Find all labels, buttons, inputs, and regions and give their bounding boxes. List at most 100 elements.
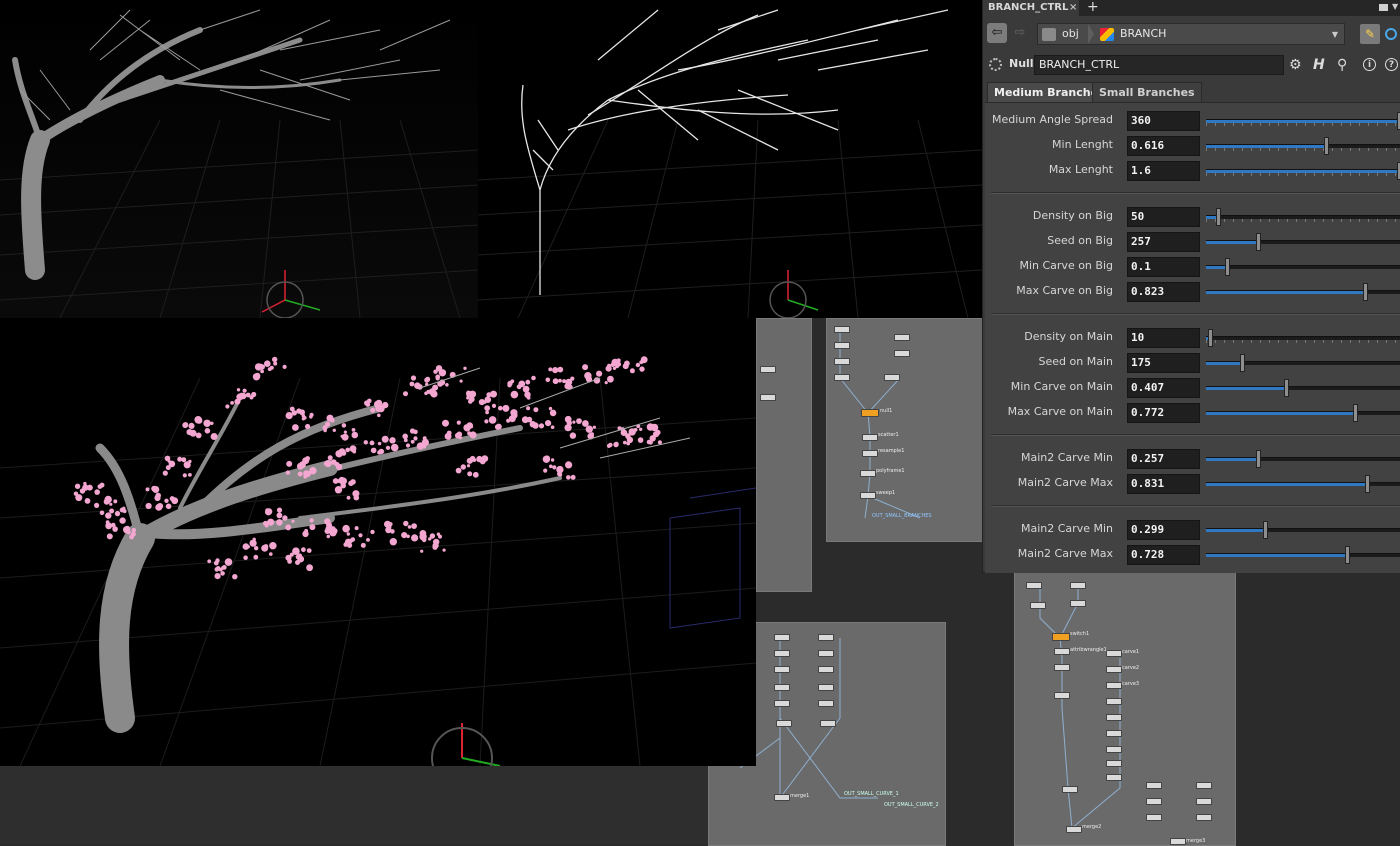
network-node[interactable]	[1196, 798, 1212, 805]
parameter-value-field[interactable]: 360	[1127, 111, 1200, 131]
slider-handle[interactable]	[1365, 475, 1370, 493]
network-node[interactable]	[1106, 760, 1122, 767]
network-node[interactable]	[774, 650, 790, 657]
parameter-value-field[interactable]: 1.6	[1127, 161, 1200, 181]
network-node[interactable]	[1062, 786, 1078, 793]
network-node[interactable]	[1106, 714, 1122, 721]
parameter-value-field[interactable]: 50	[1127, 207, 1200, 227]
network-node[interactable]	[1106, 746, 1122, 753]
parameter-slider[interactable]	[1206, 233, 1400, 251]
network-node[interactable]	[1106, 698, 1122, 705]
parameter-slider[interactable]	[1206, 475, 1400, 493]
parameter-slider[interactable]	[1206, 162, 1400, 180]
network-node[interactable]	[818, 650, 834, 657]
maximize-pane-icon[interactable]	[1379, 4, 1388, 11]
network-node[interactable]	[1196, 814, 1212, 821]
parameter-value-field[interactable]: 0.1	[1127, 257, 1200, 277]
tab-small-branches[interactable]: Small Branches	[1092, 82, 1202, 102]
network-node[interactable]	[818, 666, 834, 673]
network-node[interactable]	[776, 720, 792, 727]
network-node[interactable]	[1106, 730, 1122, 737]
viewport-main[interactable]	[0, 318, 756, 766]
node-name-field[interactable]: BRANCH_CTRL	[1034, 55, 1284, 75]
slider-handle[interactable]	[1256, 233, 1261, 251]
network-node[interactable]	[1146, 798, 1162, 805]
parameter-value-field[interactable]: 175	[1127, 353, 1200, 373]
gear-icon[interactable]: ⚙	[1289, 57, 1302, 73]
network-node[interactable]	[860, 492, 876, 499]
parameter-slider[interactable]	[1206, 283, 1400, 301]
parameter-slider[interactable]	[1206, 208, 1400, 226]
network-node[interactable]	[862, 450, 878, 457]
chevron-down-icon[interactable]: ▼	[1332, 30, 1338, 39]
parameter-slider[interactable]	[1206, 450, 1400, 468]
parameter-slider[interactable]	[1206, 258, 1400, 276]
network-node[interactable]	[774, 794, 790, 801]
network-node[interactable]	[818, 634, 834, 641]
parameter-value-field[interactable]: 0.616	[1127, 136, 1200, 156]
slider-handle[interactable]	[1284, 379, 1289, 397]
network-node[interactable]	[760, 366, 776, 373]
parameter-slider[interactable]	[1206, 521, 1400, 539]
parameter-value-field[interactable]: 0.257	[1127, 449, 1200, 469]
network-node[interactable]	[1106, 682, 1122, 689]
network-node[interactable]	[1070, 582, 1086, 589]
add-tab-button[interactable]: +	[1087, 0, 1099, 15]
parameter-slider[interactable]	[1206, 404, 1400, 422]
slider-handle[interactable]	[1256, 450, 1261, 468]
network-editor-background[interactable]	[0, 766, 708, 844]
slider-handle[interactable]	[1240, 354, 1245, 372]
parameter-value-field[interactable]: 0.728	[1127, 545, 1200, 565]
parameter-slider[interactable]	[1206, 137, 1400, 155]
network-node[interactable]	[774, 684, 790, 691]
network-node[interactable]	[1070, 600, 1086, 607]
slider-handle[interactable]	[1324, 137, 1329, 155]
network-node[interactable]	[1106, 650, 1122, 657]
link-icon[interactable]	[1385, 28, 1397, 40]
network-node[interactable]	[1066, 826, 1082, 833]
question-icon[interactable]: ?	[1385, 58, 1398, 71]
network-node[interactable]	[1146, 782, 1162, 789]
network-node-selected[interactable]	[861, 409, 879, 417]
network-node[interactable]	[894, 350, 910, 357]
network-node[interactable]	[1026, 582, 1042, 589]
parameter-value-field[interactable]: 0.831	[1127, 474, 1200, 494]
help-icon[interactable]: H	[1313, 57, 1325, 73]
network-node[interactable]	[834, 374, 850, 381]
forward-button[interactable]: ⇨	[1010, 23, 1030, 43]
slider-handle[interactable]	[1216, 208, 1221, 226]
breadcrumb-branch[interactable]: BRANCH	[1120, 24, 1166, 44]
network-node[interactable]	[884, 374, 900, 381]
breadcrumb-obj[interactable]: obj	[1062, 24, 1079, 44]
network-node[interactable]	[818, 684, 834, 691]
network-node[interactable]	[860, 470, 876, 477]
search-icon[interactable]: ⚲	[1337, 57, 1347, 73]
slider-handle[interactable]	[1353, 404, 1358, 422]
network-node[interactable]	[774, 666, 790, 673]
network-node[interactable]	[894, 334, 910, 341]
slider-handle[interactable]	[1208, 329, 1213, 347]
back-button[interactable]: ⇦	[987, 23, 1007, 43]
network-node[interactable]	[1106, 666, 1122, 673]
network-node[interactable]	[1054, 664, 1070, 671]
network-node[interactable]	[774, 634, 790, 641]
network-node[interactable]	[834, 358, 850, 365]
network-node[interactable]	[862, 434, 878, 441]
network-node-selected-2[interactable]	[1052, 633, 1070, 641]
pane-tab-branch-ctrl[interactable]: BRANCH_CTRL ×	[983, 0, 1079, 16]
parameter-value-field[interactable]: 0.823	[1127, 282, 1200, 302]
viewport-top-left[interactable]	[0, 0, 478, 318]
network-node[interactable]	[774, 700, 790, 707]
network-node[interactable]	[834, 342, 850, 349]
parameter-slider[interactable]	[1206, 546, 1400, 564]
network-node[interactable]	[1054, 648, 1070, 655]
slider-handle[interactable]	[1263, 521, 1268, 539]
info-icon[interactable]: i	[1363, 58, 1376, 71]
close-tab-icon[interactable]: ×	[1069, 0, 1077, 16]
parameter-slider[interactable]	[1206, 379, 1400, 397]
network-node[interactable]	[1054, 692, 1070, 699]
network-node[interactable]	[820, 720, 836, 727]
network-node[interactable]	[1146, 814, 1162, 821]
slider-handle[interactable]	[1363, 283, 1368, 301]
network-node[interactable]	[760, 394, 776, 401]
